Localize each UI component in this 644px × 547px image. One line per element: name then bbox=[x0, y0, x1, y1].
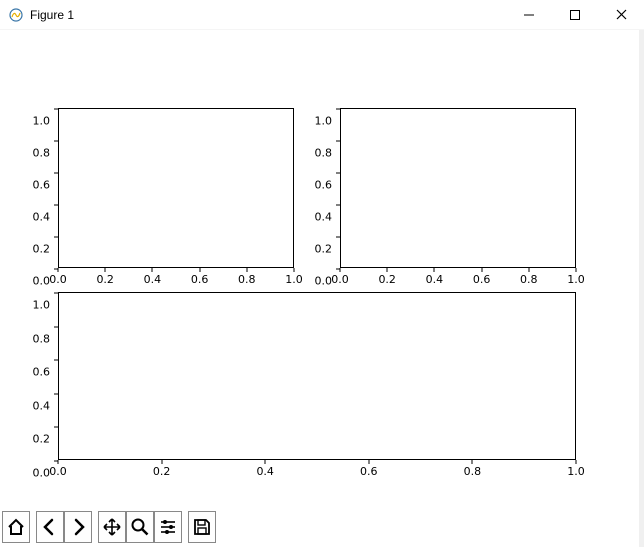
ytick-label: 0.4 bbox=[33, 211, 51, 224]
xtick-label: 0.8 bbox=[520, 273, 538, 286]
ytick-label: 1.0 bbox=[33, 115, 51, 128]
xtick-mark bbox=[199, 268, 200, 272]
back-button[interactable] bbox=[36, 511, 64, 543]
home-button[interactable] bbox=[2, 511, 30, 543]
xtick-label: 0.2 bbox=[153, 465, 171, 478]
ytick-mark bbox=[336, 237, 340, 238]
ytick-label: 1.0 bbox=[33, 299, 51, 312]
ytick-mark bbox=[54, 326, 58, 327]
xtick-mark bbox=[481, 268, 482, 272]
ytick-label: 0.6 bbox=[315, 179, 333, 192]
xtick-mark bbox=[387, 268, 388, 272]
plot-area bbox=[340, 108, 576, 268]
ytick-label: 0.4 bbox=[33, 399, 51, 412]
navigation-toolbar bbox=[2, 510, 216, 544]
save-button[interactable] bbox=[188, 511, 216, 543]
xtick-mark bbox=[576, 460, 577, 464]
xtick-label: 0.2 bbox=[96, 273, 114, 286]
ytick-mark bbox=[54, 461, 58, 462]
xtick-label: 0.2 bbox=[378, 273, 396, 286]
axes-top-left: 0.00.20.40.60.81.00.00.20.40.60.81.0 bbox=[58, 108, 294, 268]
maximize-button[interactable] bbox=[552, 0, 598, 30]
ytick-mark bbox=[54, 173, 58, 174]
ytick-label: 0.8 bbox=[315, 147, 333, 160]
xtick-mark bbox=[434, 268, 435, 272]
app-icon bbox=[8, 7, 24, 23]
xtick-label: 0.8 bbox=[464, 465, 482, 478]
xtick-mark bbox=[105, 268, 106, 272]
xtick-label: 0.0 bbox=[331, 273, 349, 286]
xtick-mark bbox=[576, 268, 577, 272]
ytick-label: 0.2 bbox=[33, 433, 51, 446]
forward-button[interactable] bbox=[64, 511, 92, 543]
ytick-mark bbox=[336, 205, 340, 206]
ytick-label: 0.2 bbox=[315, 243, 333, 256]
xtick-mark bbox=[161, 460, 162, 464]
ytick-label: 0.4 bbox=[315, 211, 333, 224]
configure-subplots-button[interactable] bbox=[154, 511, 182, 543]
xtick-mark bbox=[294, 268, 295, 272]
xtick-label: 0.6 bbox=[473, 273, 491, 286]
ytick-mark bbox=[54, 269, 58, 270]
ytick-mark bbox=[54, 293, 58, 294]
minimize-button[interactable] bbox=[506, 0, 552, 30]
ytick-mark bbox=[336, 173, 340, 174]
ytick-label: 0.0 bbox=[33, 467, 51, 480]
ytick-mark bbox=[54, 360, 58, 361]
axes-bottom: 0.00.20.40.60.81.00.00.20.40.60.81.0 bbox=[58, 292, 576, 460]
ytick-label: 0.0 bbox=[33, 275, 51, 288]
xtick-mark bbox=[152, 268, 153, 272]
ytick-label: 1.0 bbox=[315, 115, 333, 128]
xtick-label: 1.0 bbox=[567, 465, 585, 478]
window-title: Figure 1 bbox=[30, 8, 506, 22]
xtick-label: 0.6 bbox=[191, 273, 209, 286]
xtick-label: 0.4 bbox=[256, 465, 274, 478]
xtick-mark bbox=[472, 460, 473, 464]
ytick-mark bbox=[54, 427, 58, 428]
scrollbar-edge bbox=[639, 30, 644, 547]
xtick-mark bbox=[368, 460, 369, 464]
xtick-label: 0.8 bbox=[238, 273, 256, 286]
ytick-mark bbox=[336, 109, 340, 110]
ytick-label: 0.6 bbox=[33, 179, 51, 192]
ytick-label: 0.6 bbox=[33, 366, 51, 379]
titlebar: Figure 1 bbox=[0, 0, 644, 30]
axes-top-right: 0.00.20.40.60.81.00.00.20.40.60.81.0 bbox=[340, 108, 576, 268]
xtick-mark bbox=[265, 460, 266, 464]
xtick-label: 0.6 bbox=[360, 465, 378, 478]
ytick-label: 0.8 bbox=[33, 332, 51, 345]
xtick-label: 1.0 bbox=[567, 273, 585, 286]
ytick-mark bbox=[336, 269, 340, 270]
zoom-button[interactable] bbox=[126, 511, 154, 543]
plot-area bbox=[58, 292, 576, 460]
xtick-label: 0.4 bbox=[426, 273, 444, 286]
ytick-mark bbox=[54, 237, 58, 238]
xtick-label: 0.4 bbox=[144, 273, 162, 286]
ytick-mark bbox=[54, 393, 58, 394]
plot-area bbox=[58, 108, 294, 268]
figure-canvas[interactable]: 0.00.20.40.60.81.00.00.20.40.60.81.0 0.0… bbox=[0, 30, 644, 508]
close-button[interactable] bbox=[598, 0, 644, 30]
ytick-label: 0.0 bbox=[315, 275, 333, 288]
ytick-mark bbox=[336, 141, 340, 142]
pan-button[interactable] bbox=[98, 511, 126, 543]
xtick-label: 0.0 bbox=[49, 273, 67, 286]
ytick-mark bbox=[54, 205, 58, 206]
xtick-mark bbox=[528, 268, 529, 272]
ytick-mark bbox=[54, 109, 58, 110]
xtick-label: 1.0 bbox=[285, 273, 303, 286]
ytick-mark bbox=[54, 141, 58, 142]
xtick-label: 0.0 bbox=[49, 465, 67, 478]
ytick-label: 0.2 bbox=[33, 243, 51, 256]
ytick-label: 0.8 bbox=[33, 147, 51, 160]
xtick-mark bbox=[246, 268, 247, 272]
